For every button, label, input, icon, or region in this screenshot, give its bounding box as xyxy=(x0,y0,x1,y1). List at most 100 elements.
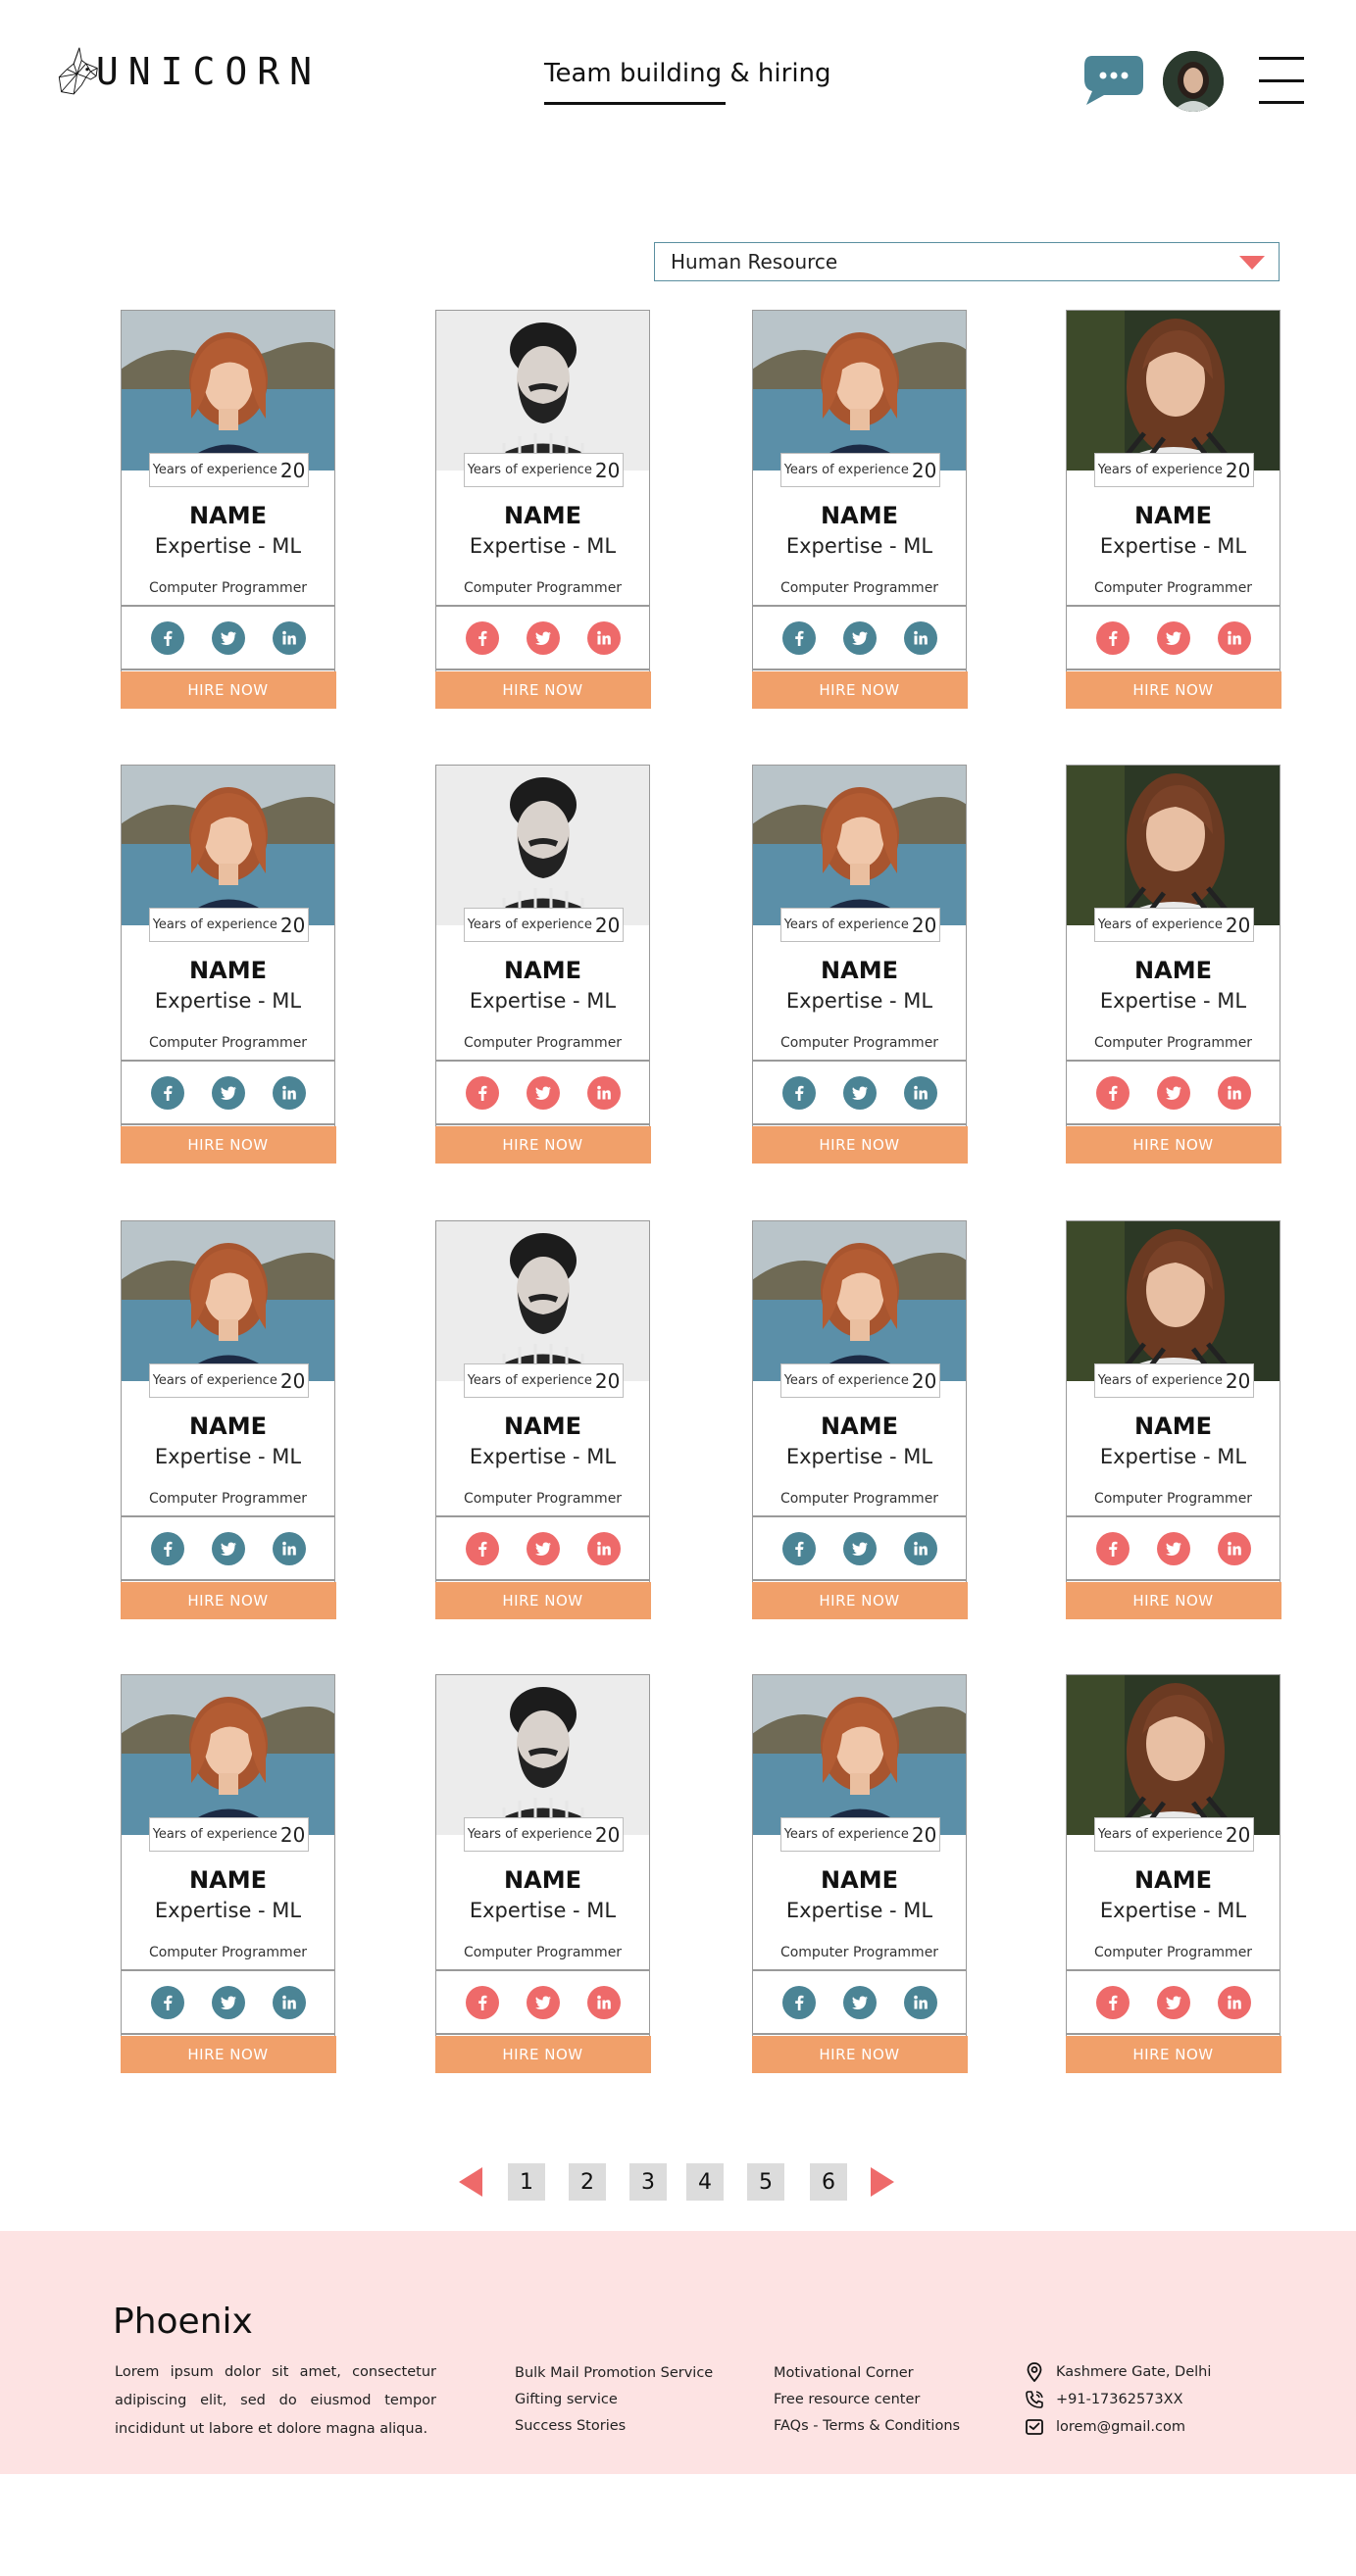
facebook-icon[interactable] xyxy=(1095,1075,1130,1110)
facebook-icon[interactable] xyxy=(781,1075,816,1110)
linkedin-icon[interactable] xyxy=(272,620,306,655)
facebook-icon[interactable] xyxy=(150,1985,184,2019)
candidate-card[interactable]: Years of experience 20 NAME Expertise - ML C… xyxy=(120,1674,336,2073)
linkedin-icon[interactable] xyxy=(272,1985,306,2019)
hire-now-button[interactable]: HIRE NOW xyxy=(1065,2035,1281,2073)
twitter-icon[interactable] xyxy=(1156,1075,1190,1110)
candidate-card[interactable]: Years of experience 20 NAME Expertise - ML C… xyxy=(751,1674,968,2073)
page-2-button[interactable]: 2 xyxy=(569,2163,606,2201)
linkedin-icon[interactable] xyxy=(272,1075,306,1110)
linkedin-icon[interactable] xyxy=(272,1531,306,1565)
candidate-card[interactable]: Years of experience 20 NAME Expertise - ML C… xyxy=(434,310,651,709)
twitter-icon[interactable] xyxy=(211,1985,245,2019)
footer-link-gifting[interactable]: Gifting service xyxy=(515,2387,713,2413)
hire-now-button[interactable]: HIRE NOW xyxy=(751,670,968,709)
hire-now-button[interactable]: HIRE NOW xyxy=(434,670,651,709)
linkedin-icon[interactable] xyxy=(586,1531,621,1565)
facebook-icon[interactable] xyxy=(150,620,184,655)
twitter-icon[interactable] xyxy=(526,620,560,655)
page-6-button[interactable]: 6 xyxy=(810,2163,847,2201)
candidate-card[interactable]: Years of experience 20 NAME Expertise - ML C… xyxy=(120,1220,336,1619)
twitter-icon[interactable] xyxy=(842,620,877,655)
candidate-card[interactable]: Years of experience 20 NAME Expertise - ML C… xyxy=(434,765,651,1164)
linkedin-icon[interactable] xyxy=(903,1075,937,1110)
facebook-icon[interactable] xyxy=(465,620,499,655)
hire-now-button[interactable]: HIRE NOW xyxy=(434,2035,651,2073)
candidate-card[interactable]: Years of experience 20 NAME Expertise - ML C… xyxy=(434,1220,651,1619)
twitter-icon[interactable] xyxy=(842,1075,877,1110)
facebook-icon[interactable] xyxy=(781,1531,816,1565)
twitter-icon[interactable] xyxy=(842,1531,877,1565)
linkedin-icon[interactable] xyxy=(903,1531,937,1565)
hire-now-button[interactable]: HIRE NOW xyxy=(751,2035,968,2073)
candidate-card[interactable]: Years of experience 20 NAME Expertise - ML C… xyxy=(120,765,336,1164)
hire-now-button[interactable]: HIRE NOW xyxy=(120,1581,336,1619)
facebook-icon[interactable] xyxy=(1095,1531,1130,1565)
linkedin-icon[interactable] xyxy=(586,1075,621,1110)
hire-now-button[interactable]: HIRE NOW xyxy=(434,1581,651,1619)
facebook-icon[interactable] xyxy=(1095,620,1130,655)
candidate-card[interactable]: Years of experience 20 NAME Expertise - ML C… xyxy=(434,1674,651,2073)
candidate-card[interactable]: Years of experience 20 NAME Expertise - ML C… xyxy=(1065,1220,1281,1619)
linkedin-icon[interactable] xyxy=(903,1985,937,2019)
footer-link-bulk-mail[interactable]: Bulk Mail Promotion Service xyxy=(515,2360,713,2387)
page-1-button[interactable]: 1 xyxy=(508,2163,545,2201)
hire-now-button[interactable]: HIRE NOW xyxy=(751,1125,968,1164)
facebook-icon[interactable] xyxy=(465,1985,499,2019)
hire-now-button[interactable]: HIRE NOW xyxy=(751,1581,968,1619)
linkedin-icon[interactable] xyxy=(586,1985,621,2019)
twitter-icon[interactable] xyxy=(842,1985,877,2019)
linkedin-icon[interactable] xyxy=(1217,1985,1251,2019)
candidate-card[interactable]: Years of experience 20 NAME Expertise - ML C… xyxy=(1065,765,1281,1164)
facebook-icon[interactable] xyxy=(465,1075,499,1110)
hamburger-menu-icon[interactable] xyxy=(1259,57,1304,104)
twitter-icon[interactable] xyxy=(1156,1985,1190,2019)
hire-now-button[interactable]: HIRE NOW xyxy=(1065,1125,1281,1164)
chat-button[interactable] xyxy=(1082,52,1145,107)
department-select[interactable]: Human Resource xyxy=(654,242,1280,281)
twitter-icon[interactable] xyxy=(211,1075,245,1110)
hire-now-button[interactable]: HIRE NOW xyxy=(1065,1581,1281,1619)
facebook-icon[interactable] xyxy=(781,620,816,655)
linkedin-icon[interactable] xyxy=(1217,1075,1251,1110)
page-5-button[interactable]: 5 xyxy=(747,2163,784,2201)
avatar[interactable] xyxy=(1163,51,1224,112)
candidate-card[interactable]: Years of experience 20 NAME Expertise - ML C… xyxy=(120,310,336,709)
facebook-icon[interactable] xyxy=(150,1075,184,1110)
candidate-card[interactable]: Years of experience 20 NAME Expertise - ML C… xyxy=(1065,310,1281,709)
footer-link-free-resources[interactable]: Free resource center xyxy=(774,2387,960,2413)
candidate-card[interactable]: Years of experience 20 NAME Expertise - ML C… xyxy=(751,765,968,1164)
candidate-card[interactable]: Years of experience 20 NAME Expertise - ML C… xyxy=(751,310,968,709)
contact-email[interactable]: lorem@gmail.com xyxy=(1056,2419,1185,2435)
twitter-icon[interactable] xyxy=(1156,1531,1190,1565)
next-page-icon[interactable] xyxy=(871,2167,894,2197)
hire-now-button[interactable]: HIRE NOW xyxy=(434,1125,651,1164)
footer-link-success-stories[interactable]: Success Stories xyxy=(515,2413,713,2440)
footer-link-motivational[interactable]: Motivational Corner xyxy=(774,2360,960,2387)
facebook-icon[interactable] xyxy=(465,1531,499,1565)
twitter-icon[interactable] xyxy=(211,1531,245,1565)
page-4-button[interactable]: 4 xyxy=(686,2163,724,2201)
twitter-icon[interactable] xyxy=(211,620,245,655)
twitter-icon[interactable] xyxy=(526,1075,560,1110)
linkedin-icon[interactable] xyxy=(586,620,621,655)
candidate-card[interactable]: Years of experience 20 NAME Expertise - ML C… xyxy=(751,1220,968,1619)
hire-now-button[interactable]: HIRE NOW xyxy=(120,2035,336,2073)
footer-link-faqs[interactable]: FAQs - Terms & Conditions xyxy=(774,2413,960,2440)
tab-team-building[interactable]: Team building & hiring xyxy=(544,59,831,88)
contact-phone[interactable]: +91-17362573XX xyxy=(1056,2392,1183,2407)
logo[interactable]: UNICORN xyxy=(57,27,322,116)
linkedin-icon[interactable] xyxy=(1217,620,1251,655)
twitter-icon[interactable] xyxy=(526,1985,560,2019)
candidate-card[interactable]: Years of experience 20 NAME Expertise - ML C… xyxy=(1065,1674,1281,2073)
page-3-button[interactable]: 3 xyxy=(629,2163,667,2201)
twitter-icon[interactable] xyxy=(526,1531,560,1565)
twitter-icon[interactable] xyxy=(1156,620,1190,655)
linkedin-icon[interactable] xyxy=(1217,1531,1251,1565)
hire-now-button[interactable]: HIRE NOW xyxy=(120,1125,336,1164)
prev-page-icon[interactable] xyxy=(459,2167,482,2197)
facebook-icon[interactable] xyxy=(781,1985,816,2019)
linkedin-icon[interactable] xyxy=(903,620,937,655)
hire-now-button[interactable]: HIRE NOW xyxy=(120,670,336,709)
facebook-icon[interactable] xyxy=(1095,1985,1130,2019)
